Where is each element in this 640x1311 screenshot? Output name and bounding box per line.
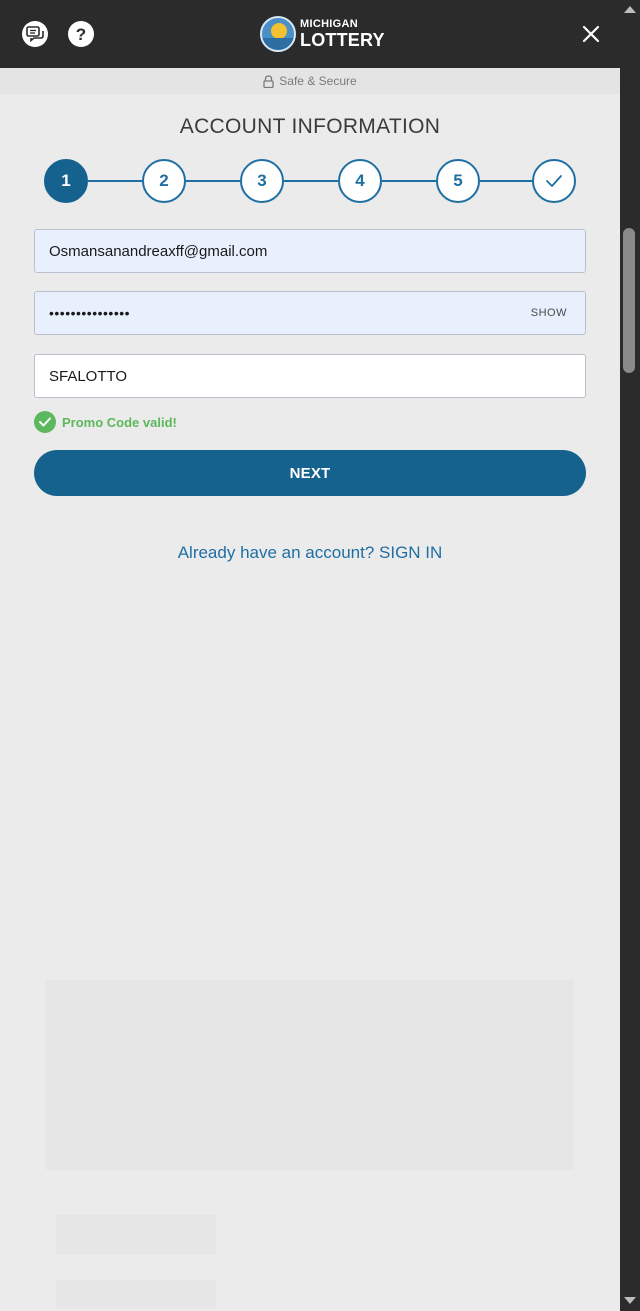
logo-emblem (260, 16, 296, 52)
password-value: ••••••••••••••• (49, 305, 131, 321)
scroll-up-arrow-icon[interactable] (624, 6, 636, 13)
logo-line1: MICHIGAN (300, 18, 359, 30)
scroll-down-arrow-icon[interactable] (624, 1297, 636, 1304)
step-complete (532, 159, 576, 203)
close-button[interactable] (578, 21, 604, 47)
signup-page: ? MICHIGAN LOTTERY Safe & Secure ACCOUNT… (0, 0, 640, 1311)
step-1: 1 (44, 159, 88, 203)
step-2: 2 (142, 159, 186, 203)
lock-icon (263, 74, 274, 88)
promo-code-field[interactable]: SFALOTTO (34, 354, 586, 398)
secure-label: Safe & Secure (279, 74, 357, 88)
step-connector (88, 180, 142, 182)
step-5: 5 (436, 159, 480, 203)
promo-valid-text: Promo Code valid! (62, 414, 177, 430)
step-4: 4 (338, 159, 382, 203)
close-icon (582, 25, 600, 43)
page-title: ACCOUNT INFORMATION (179, 115, 441, 138)
step-connector (186, 180, 240, 182)
checkmark-icon (546, 175, 562, 187)
promo-code-value: SFALOTTO (49, 367, 128, 385)
email-field[interactable]: Osmansanandreaxff@gmail.com (34, 229, 586, 273)
show-password-button[interactable]: SHOW (531, 307, 567, 319)
logo-line2: LOTTERY (300, 30, 385, 50)
step-connector (284, 180, 338, 182)
step-3: 3 (240, 159, 284, 203)
secure-banner: Safe & Secure (0, 68, 620, 94)
progress-stepper: 1 2 3 4 5 (44, 159, 576, 203)
check-circle-icon (34, 411, 56, 433)
faint-background-panel (46, 980, 574, 1170)
step-connector (480, 180, 534, 182)
chat-icon (26, 26, 44, 42)
step-connector (382, 180, 436, 182)
question-mark-icon: ? (75, 24, 87, 44)
next-button[interactable]: NEXT (34, 450, 586, 496)
scroll-thumb[interactable] (623, 228, 635, 373)
faint-background-block (56, 1280, 216, 1308)
michigan-lottery-logo[interactable]: MICHIGAN LOTTERY (260, 14, 385, 54)
header-bar: ? MICHIGAN LOTTERY (0, 0, 620, 68)
faint-background-block (56, 1215, 216, 1255)
promo-valid-message: Promo Code valid! (34, 411, 177, 433)
email-value: Osmansanandreaxff@gmail.com (49, 242, 268, 260)
sign-in-link[interactable]: Already have an account? SIGN IN (0, 543, 620, 563)
scrollbar[interactable] (620, 0, 640, 1311)
password-field[interactable]: ••••••••••••••• SHOW (34, 291, 586, 335)
help-button[interactable]: ? (68, 21, 94, 47)
chat-button[interactable] (22, 21, 48, 47)
